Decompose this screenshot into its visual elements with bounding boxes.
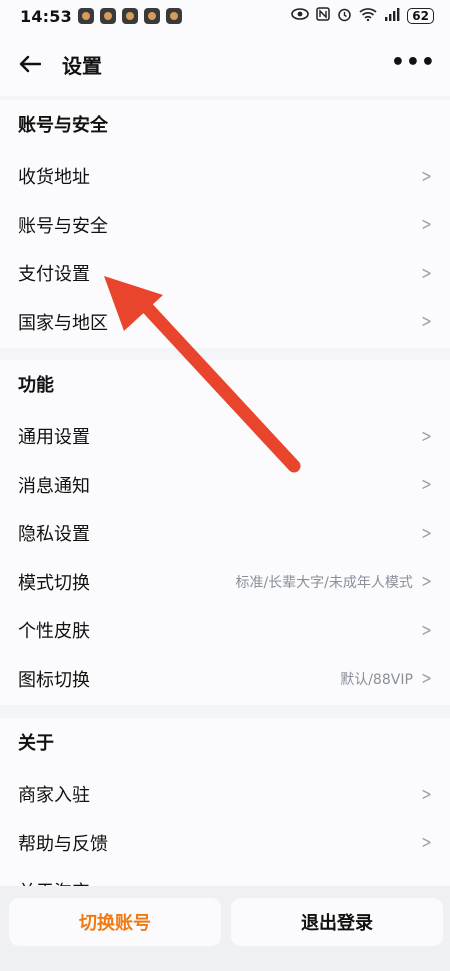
page-title: 设置 — [62, 53, 102, 78]
chevron-right-icon: > — [421, 214, 432, 236]
switch-account-button[interactable]: 切换账号 — [9, 898, 221, 946]
chevron-right-icon: > — [421, 474, 432, 496]
notification-app-icon — [77, 8, 94, 24]
notification-app-icon — [99, 8, 116, 24]
back-button[interactable] — [16, 50, 44, 78]
settings-item-label: 帮助与反馈 — [18, 833, 108, 855]
settings-item-notifications[interactable]: 消息通知 > — [0, 461, 450, 510]
settings-item-general[interactable]: 通用设置 > — [0, 412, 450, 461]
battery-indicator: 62 — [407, 8, 434, 24]
settings-item-label: 个性皮肤 — [18, 621, 90, 643]
settings-item-label: 图标切换 — [18, 669, 90, 691]
settings-item-label: 支付设置 — [18, 264, 90, 286]
settings-item-label: 隐私设置 — [18, 524, 90, 546]
chevron-right-icon: > — [421, 165, 432, 187]
settings-item-country-region[interactable]: 国家与地区 > — [0, 298, 450, 347]
back-arrow-icon — [19, 55, 41, 73]
settings-item-payment-settings[interactable]: 支付设置 > — [0, 249, 450, 298]
settings-item-skins[interactable]: 个性皮肤 > — [0, 606, 450, 655]
bottom-action-bar: 切换账号 退出登录 — [0, 886, 450, 971]
page-header: 设置 ••• — [0, 32, 450, 96]
chevron-right-icon: > — [421, 668, 432, 690]
settings-item-privacy[interactable]: 隐私设置 > — [0, 509, 450, 558]
settings-item-label: 账号与安全 — [18, 215, 108, 237]
more-options-button[interactable]: ••• — [391, 50, 436, 75]
section-title: 功能 — [18, 375, 54, 396]
alarm-icon — [337, 7, 352, 26]
notification-app-icon — [121, 8, 138, 24]
settings-item-account-security[interactable]: 账号与安全 > — [0, 201, 450, 250]
settings-item-label: 收货地址 — [18, 167, 90, 189]
status-bar: 14:53 62 — [0, 0, 450, 32]
settings-item-label: 商家入驻 — [18, 785, 90, 807]
settings-item-mode-switch[interactable]: 模式切换 标准/长辈大字/未成年人模式 > — [0, 558, 450, 607]
chevron-right-icon: > — [421, 783, 432, 805]
status-time: 14:53 — [20, 6, 72, 26]
nfc-icon — [316, 7, 331, 25]
settings-item-value: 标准/长辈大字/未成年人模式 — [235, 574, 413, 591]
section-features: 功能 通用设置 > 消息通知 > 隐私设置 > 模式切换 标准/长辈大字/未成年… — [0, 360, 450, 705]
signal-icon — [384, 7, 400, 25]
notification-app-icon — [143, 8, 160, 24]
settings-item-label: 国家与地区 — [18, 312, 108, 334]
section-title: 关于 — [18, 733, 54, 754]
chevron-right-icon: > — [421, 425, 432, 447]
settings-item-icon-switch[interactable]: 图标切换 默认/88VIP > — [0, 655, 450, 704]
logout-button[interactable]: 退出登录 — [231, 898, 443, 946]
chevron-right-icon: > — [421, 832, 432, 854]
settings-item-value: 默认/88VIP — [340, 671, 413, 688]
chevron-right-icon: > — [421, 619, 432, 641]
eye-icon — [291, 8, 310, 24]
notification-app-icon — [165, 8, 182, 24]
section-about: 关于 商家入驻 > 帮助与反馈 > 关于淘宝 > — [0, 718, 450, 893]
wifi-icon — [359, 7, 377, 25]
chevron-right-icon: > — [421, 311, 432, 333]
chevron-right-icon: > — [421, 571, 432, 593]
section-title: 账号与安全 — [18, 115, 108, 136]
settings-item-merchant-join[interactable]: 商家入驻 > — [0, 770, 450, 819]
settings-item-label: 消息通知 — [18, 475, 90, 497]
chevron-right-icon: > — [421, 522, 432, 544]
settings-item-label: 通用设置 — [18, 427, 90, 449]
settings-item-label: 模式切换 — [18, 572, 90, 594]
section-account-security: 账号与安全 收货地址 > 账号与安全 > 支付设置 > 国家与地区 > — [0, 100, 450, 348]
settings-item-help-feedback[interactable]: 帮助与反馈 > — [0, 819, 450, 868]
settings-item-shipping-address[interactable]: 收货地址 > — [0, 152, 450, 201]
chevron-right-icon: > — [421, 262, 432, 284]
